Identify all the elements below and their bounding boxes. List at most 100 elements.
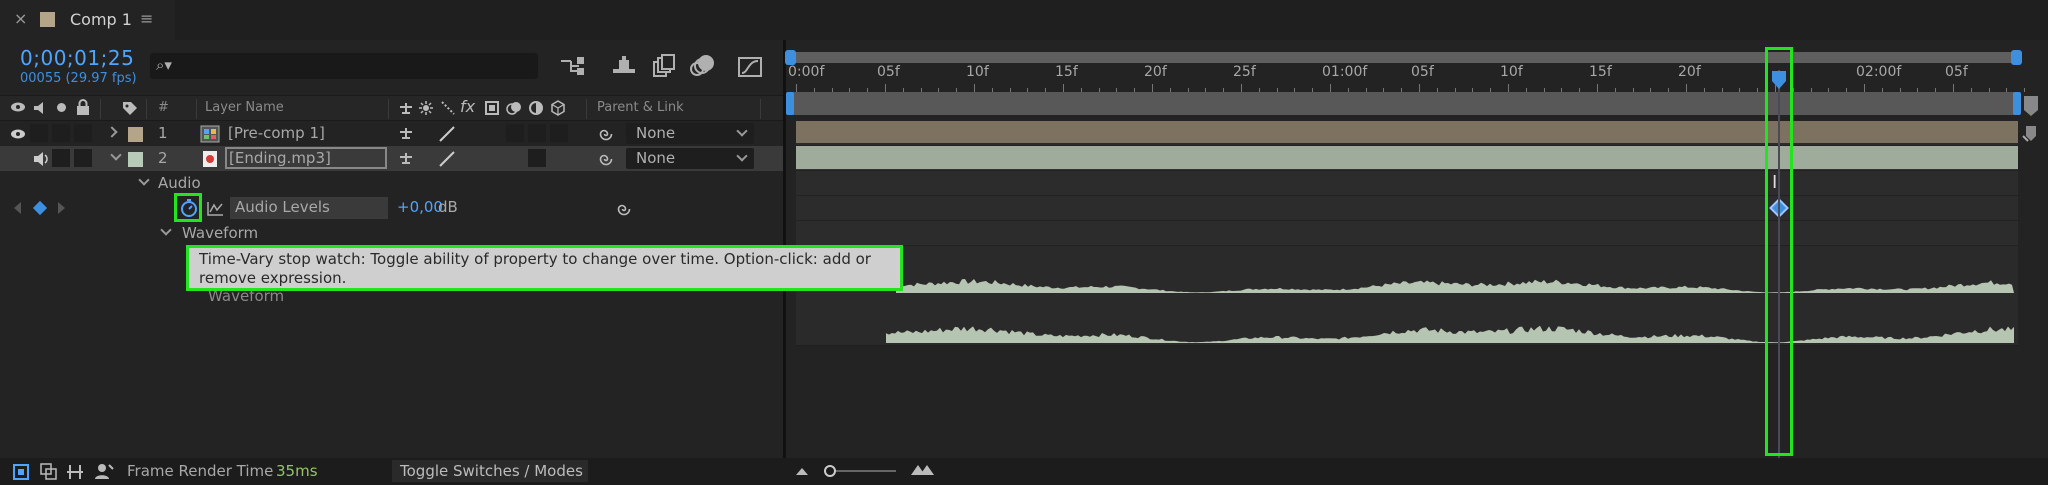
label-color-swatch[interactable] [128,152,143,167]
prev-keyframe-icon[interactable] [14,202,21,214]
work-area-bar[interactable] [792,92,2014,115]
ruler-minor-tick [1757,88,1759,92]
frame-blending-icon[interactable] [650,53,678,79]
audio-toggle[interactable] [30,124,48,142]
zoom-in-icon[interactable] [910,462,936,476]
pickwhip-icon[interactable] [597,150,615,168]
audio-group-row[interactable]: Audio [0,171,783,196]
quality-switch-icon[interactable] [440,100,456,116]
label-column-icon[interactable] [122,100,138,116]
shy-switch-icon[interactable] [398,100,414,116]
work-area-start-handle[interactable] [786,92,794,115]
adjustment-toggle[interactable] [528,124,546,142]
quality-switch-icon[interactable] [438,125,456,143]
layer-switches-icon[interactable] [12,463,30,481]
collapse-switch-icon[interactable] [418,100,434,116]
waveform-group-row[interactable]: Waveform [0,221,783,246]
current-time-display[interactable]: 0;00;01;25 [20,46,134,70]
3d-toggle[interactable] [550,124,568,142]
ruler-tick [1152,84,1153,92]
effects-switch-icon[interactable]: fx [460,97,475,116]
ruler-minor-tick [1935,88,1937,92]
layer-row-1[interactable]: 1 [Pre-comp 1] None [0,121,783,146]
label-color-swatch[interactable] [128,127,143,142]
layer-name-column-label[interactable]: Layer Name [205,100,284,115]
chevron-down-icon[interactable] [110,149,122,161]
waveform-channel-left [896,279,2014,293]
audio-column-icon[interactable] [32,100,48,116]
chevron-down-icon[interactable] [138,174,150,186]
ruler-minor-tick [1169,88,1171,92]
frame-blend-switch-icon[interactable] [484,100,500,116]
panel-menu-icon[interactable]: ≡ [140,9,153,28]
audio-speaker-icon[interactable] [32,151,50,167]
render-time-value: 35ms [276,462,318,480]
parent-dropdown[interactable]: None [626,123,754,144]
solo-toggle[interactable] [52,124,70,142]
ruler-minor-tick [1490,88,1492,92]
next-keyframe-icon[interactable] [58,202,65,214]
motion-blur-switch-icon[interactable] [506,100,522,116]
layer-marker-icon[interactable] [2022,124,2042,144]
render-time-icon[interactable] [94,462,114,480]
quality-switch-icon[interactable] [438,150,456,168]
toggle-switches-modes-label: Toggle Switches / Modes [400,462,583,480]
layer-2-duration-bar[interactable] [796,146,2018,169]
eye-column-icon[interactable] [10,100,26,114]
visibility-eye-icon[interactable] [10,127,26,141]
ruler-minor-tick [2006,88,2008,92]
adjustment-toggle[interactable] [528,149,546,167]
ruler-minor-tick [991,88,993,92]
ruler-minor-tick [1223,88,1225,92]
pickwhip-icon[interactable] [615,200,633,218]
graph-editor-icon[interactable] [736,53,764,79]
search-input[interactable]: ⌕▾ [150,53,538,79]
ruler-minor-tick [902,88,904,92]
solo-column-icon[interactable] [57,103,66,112]
shy-switch-icon[interactable] [398,150,414,166]
ruler-minor-tick [1632,88,1634,92]
close-icon[interactable]: × [14,9,27,28]
layer-name[interactable]: [Ending.mp3] [229,149,331,167]
ruler-label: 25f [1233,64,1256,80]
motion-blur-icon[interactable] [688,53,716,79]
parent-dropdown[interactable]: None [626,148,754,169]
work-area-end-handle[interactable] [2013,92,2021,115]
parent-link-column-label[interactable]: Parent & Link [597,100,684,115]
ruler-minor-tick [1116,88,1118,92]
chevron-down-icon[interactable] [160,224,172,236]
shy-switch-icon[interactable] [398,125,414,141]
zoom-slider-track[interactable] [826,470,896,472]
lock-column-icon[interactable] [76,99,90,116]
ruler-tick [1419,84,1420,92]
stopwatch-icon[interactable] [179,198,199,218]
lock-toggle[interactable] [74,124,92,142]
ruler-label: 01:00f [1322,64,1368,80]
3d-layer-switch-icon[interactable] [550,100,566,116]
layer-name-box[interactable]: [Ending.mp3] [225,147,387,169]
motion-blur-toggle[interactable] [506,124,524,142]
audio-levels-row[interactable]: Audio Levels +0,00 dB [0,193,783,222]
pickwhip-icon[interactable] [597,125,615,143]
zoom-out-icon[interactable] [794,464,810,476]
layer-row-2[interactable]: 2 [Ending.mp3] None [0,146,783,171]
audio-levels-value[interactable]: +0,00 [397,198,443,216]
toggle-switches-modes-button[interactable]: Toggle Switches / Modes [392,460,588,482]
graph-icon[interactable] [206,201,224,217]
solo-toggle[interactable] [52,149,70,167]
comp-flowchart-icon[interactable] [558,53,586,79]
transfer-controls-icon[interactable] [40,463,58,481]
tab-comp-1[interactable]: × Comp 1 ≡ [0,0,175,40]
zoom-slider-thumb[interactable] [824,465,836,477]
in-out-icon[interactable] [66,463,84,481]
lock-toggle[interactable] [74,149,92,167]
chevron-right-icon[interactable] [106,126,118,138]
frame-info: 00055 (29.97 fps) [20,71,137,86]
layer-name[interactable]: [Pre-comp 1] [228,124,325,142]
add-keyframe-icon[interactable] [32,200,48,216]
draft-3d-icon[interactable] [610,53,638,79]
comp-marker-bin-icon[interactable] [2022,95,2040,117]
property-name-box[interactable]: Audio Levels [230,197,388,219]
layer-1-duration-bar[interactable] [796,121,2018,143]
adjustment-layer-switch-icon[interactable] [528,100,544,116]
